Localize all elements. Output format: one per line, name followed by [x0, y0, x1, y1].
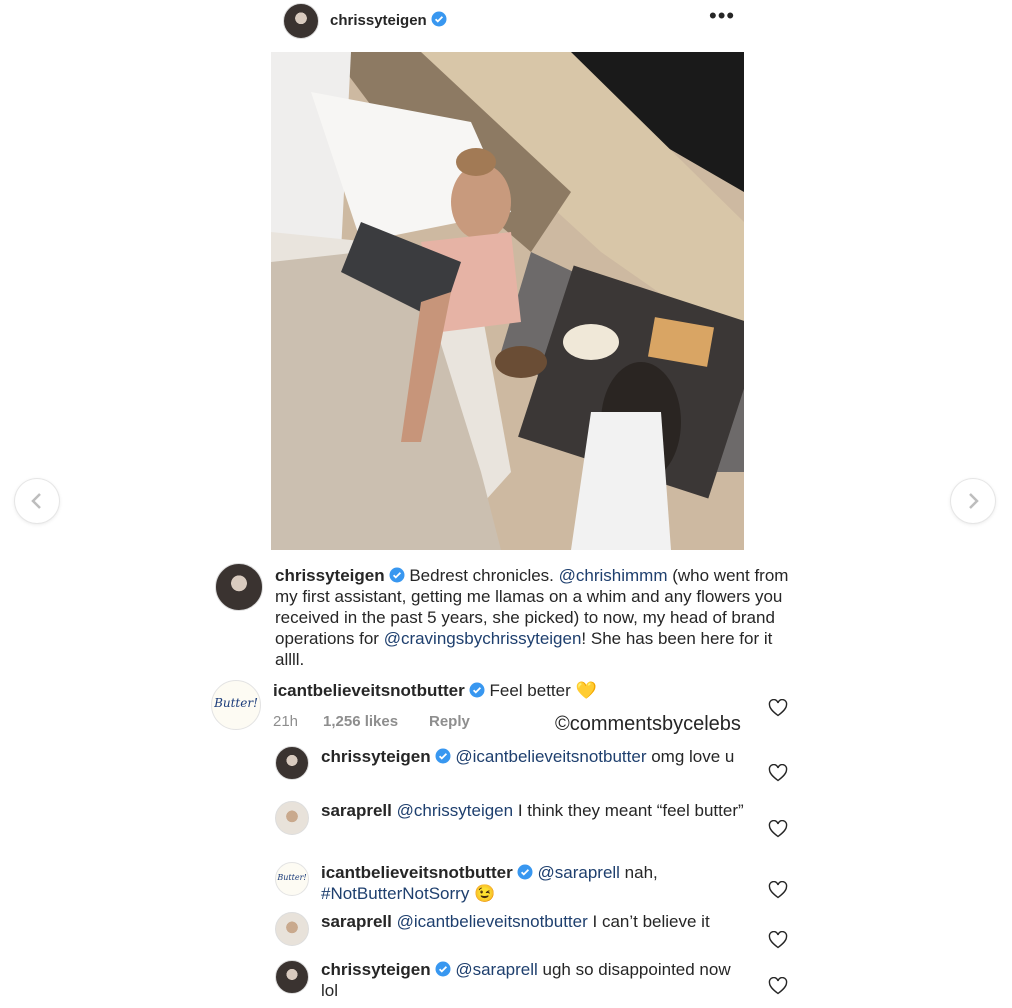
reply-body: saraprell @chrissyteigen I think they me…: [321, 800, 751, 821]
reply-username[interactable]: chrissyteigen: [321, 960, 431, 979]
brand-avatar-text: Butter!: [277, 873, 307, 882]
post-photo[interactable]: [271, 52, 744, 550]
comment-avatar[interactable]: Butter!: [211, 680, 261, 730]
reply-avatar[interactable]: [275, 746, 309, 780]
verified-badge-icon: [389, 567, 405, 583]
comment-body: icantbelieveitsnotbutter Feel better 💛: [273, 680, 753, 701]
post-photo-illustration: [271, 52, 744, 550]
reply-emoji: 😉: [469, 884, 496, 903]
chevron-right-icon: [969, 493, 979, 509]
verified-badge-icon: [517, 864, 533, 880]
reply-username[interactable]: icantbelieveitsnotbutter: [321, 863, 513, 882]
reply-mention[interactable]: @saraprell: [538, 863, 620, 882]
reply-body: chrissyteigen @icantbelieveitsnotbutter …: [321, 746, 751, 767]
reply-mention[interactable]: @saraprell: [455, 960, 537, 979]
reply-text: I can’t believe it: [587, 912, 710, 931]
comment-text: Feel better 💛: [489, 681, 597, 700]
heart-icon[interactable]: [768, 820, 788, 838]
reply-avatar[interactable]: [275, 801, 309, 835]
previous-button[interactable]: [15, 479, 59, 523]
brand-avatar-text: Butter!: [214, 696, 258, 710]
reply-username[interactable]: chrissyteigen: [321, 747, 431, 766]
reply-username[interactable]: saraprell: [321, 912, 392, 931]
reply-username[interactable]: saraprell: [321, 801, 392, 820]
caption-text-1: Bedrest chronicles.: [409, 566, 559, 585]
caption-username[interactable]: chrissyteigen: [275, 566, 385, 585]
header-username[interactable]: chrissyteigen: [330, 11, 447, 29]
verified-badge-icon: [435, 748, 451, 764]
reply-text: omg love u: [646, 747, 735, 766]
reply-text: I think they meant “feel butter”: [513, 801, 744, 820]
reply-avatar[interactable]: Butter!: [275, 862, 309, 896]
heart-icon[interactable]: [768, 881, 788, 899]
next-button[interactable]: [951, 479, 995, 523]
reply-mention[interactable]: @icantbelieveitsnotbutter: [397, 912, 588, 931]
more-options-icon[interactable]: •••: [709, 3, 735, 29]
comment-likes[interactable]: 1,256 likes: [323, 713, 398, 730]
chevron-left-icon: [31, 493, 41, 509]
watermark: ©commentsbycelebs: [555, 713, 741, 735]
reply-body: icantbelieveitsnotbutter @saraprell nah,…: [321, 862, 751, 904]
heart-icon[interactable]: [768, 699, 788, 717]
reply-avatar[interactable]: [275, 960, 309, 994]
reply-hashtag[interactable]: #NotButterNotSorry: [321, 884, 469, 903]
heart-icon[interactable]: [768, 764, 788, 782]
reply-mention[interactable]: @chrissyteigen: [397, 801, 513, 820]
reply-avatar[interactable]: [275, 912, 309, 946]
caption-mention-1[interactable]: @chrishimmm: [559, 566, 668, 585]
comment-time: 21h: [273, 713, 299, 730]
post-caption: chrissyteigen Bedrest chronicles. @chris…: [275, 565, 805, 670]
header-username-text[interactable]: chrissyteigen: [330, 12, 427, 29]
verified-badge-icon: [431, 11, 447, 27]
verified-badge-icon: [435, 961, 451, 977]
heart-icon[interactable]: [768, 977, 788, 995]
caption-mention-2[interactable]: @cravingsbychrissyteigen: [384, 629, 582, 648]
reply-body: chrissyteigen @saraprell ugh so disappoi…: [321, 959, 751, 1001]
comment-username[interactable]: icantbelieveitsnotbutter: [273, 681, 465, 700]
reply-text: nah,: [619, 863, 658, 882]
caption-avatar[interactable]: [215, 563, 263, 611]
heart-icon[interactable]: [768, 931, 788, 949]
comment-reply-button[interactable]: Reply: [429, 713, 470, 730]
header-avatar[interactable]: [283, 3, 319, 39]
verified-badge-icon: [469, 682, 485, 698]
reply-mention[interactable]: @icantbelieveitsnotbutter: [455, 747, 646, 766]
reply-body: saraprell @icantbelieveitsnotbutter I ca…: [321, 911, 751, 932]
